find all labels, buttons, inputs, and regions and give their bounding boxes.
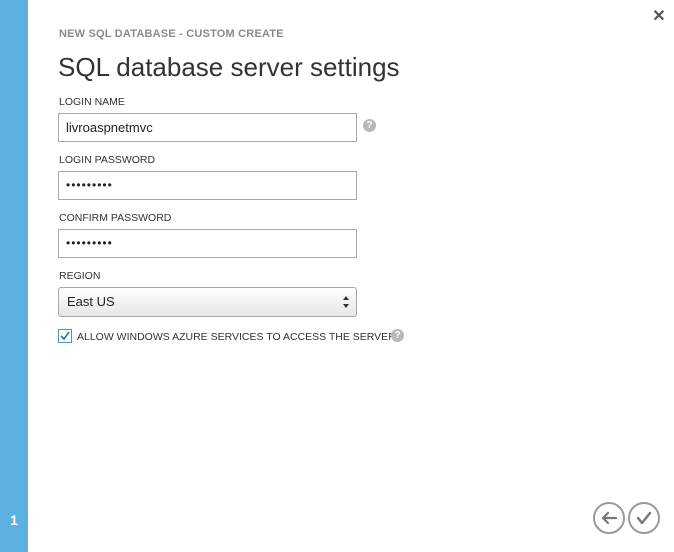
close-icon[interactable]: ✕ (651, 8, 667, 26)
region-select[interactable]: East US (58, 287, 357, 317)
complete-button[interactable] (628, 502, 660, 534)
back-arrow-icon (601, 511, 618, 525)
region-label: REGION (59, 270, 101, 282)
wizard-subtitle: NEW SQL DATABASE - CUSTOM CREATE (59, 28, 284, 40)
checkmark-icon (60, 331, 70, 341)
help-icon[interactable]: ? (391, 329, 404, 342)
login-name-label: LOGIN NAME (59, 96, 125, 108)
select-arrows-icon (343, 296, 349, 308)
page-title: SQL database server settings (58, 52, 400, 82)
checkmark-icon (636, 511, 652, 525)
confirm-password-input[interactable]: ••••••••• (58, 229, 357, 258)
confirm-password-label: CONFIRM PASSWORD (59, 212, 172, 224)
step-number: 1 (10, 512, 18, 528)
back-button[interactable] (593, 502, 625, 534)
login-password-label: LOGIN PASSWORD (59, 154, 156, 166)
wizard-steps-rail (0, 0, 28, 552)
allow-azure-checkbox[interactable] (58, 329, 72, 343)
region-selected-value: East US (67, 294, 115, 309)
login-password-input[interactable]: ••••••••• (58, 171, 357, 200)
login-name-input[interactable]: livroaspnetmvc (58, 113, 357, 142)
help-icon[interactable]: ? (363, 119, 376, 132)
allow-azure-label: ALLOW WINDOWS AZURE SERVICES TO ACCESS T… (77, 331, 399, 343)
